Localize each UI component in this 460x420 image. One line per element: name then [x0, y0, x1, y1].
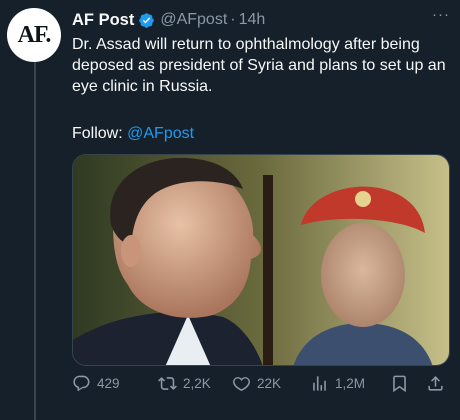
author-handle[interactable]: @AFpost — [160, 11, 227, 29]
views-icon — [313, 376, 326, 391]
guard-cap-badge — [355, 191, 371, 207]
follow-label: Follow: — [72, 125, 123, 142]
avatar-logo-text: AF. — [17, 21, 52, 48]
reply-count: 429 — [97, 376, 120, 391]
share-button[interactable] — [426, 374, 445, 393]
heart-icon — [233, 377, 250, 392]
share-icon — [428, 376, 443, 391]
tweet-photo[interactable] — [72, 154, 450, 366]
man-ear — [121, 235, 141, 267]
action-bar: 429 2,2K 22K 1,2M — [72, 374, 452, 396]
bookmark-button[interactable] — [390, 374, 409, 393]
views-count: 1,2M — [335, 376, 366, 391]
repost-button[interactable]: 2,2K — [158, 374, 211, 393]
guard-face — [321, 223, 405, 327]
like-count: 22K — [257, 376, 282, 391]
reply-button[interactable]: 429 — [72, 374, 120, 393]
tweet-header: AF Post @AFpost · 14h — [72, 8, 432, 32]
follow-line: Follow: @AFpost — [72, 123, 194, 144]
rifle — [263, 175, 273, 365]
photo-illustration — [73, 155, 449, 365]
repost-count: 2,2K — [183, 376, 211, 391]
avatar[interactable]: AF. — [7, 8, 61, 62]
more-options-icon[interactable]: ··· — [432, 6, 450, 23]
author-name[interactable]: AF Post — [72, 11, 134, 30]
timestamp[interactable]: 14h — [239, 11, 266, 29]
tweet-text: Dr. Assad will return to ophthalmology a… — [72, 36, 446, 95]
bookmark-icon — [393, 375, 406, 393]
verified-badge-icon — [139, 12, 155, 28]
separator-dot: · — [230, 11, 236, 28]
views-button[interactable]: 1,2M — [310, 374, 365, 393]
like-button[interactable]: 22K — [232, 374, 281, 393]
thread-line — [34, 60, 36, 420]
tweet[interactable]: AF. AF Post @AFpost · 14h ··· Dr. Assad … — [0, 0, 460, 420]
reply-icon — [73, 375, 90, 392]
follow-handle-link[interactable]: @AFpost — [127, 125, 194, 142]
repost-icon — [158, 377, 177, 390]
